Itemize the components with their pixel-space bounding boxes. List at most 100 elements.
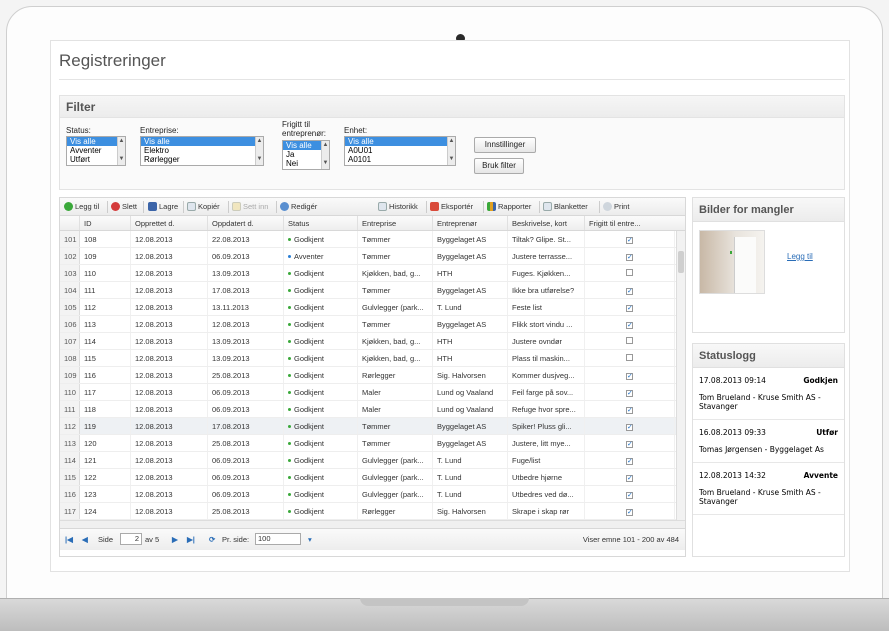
enhet-filter-list[interactable]: Vis alle A0U01 A0101 ▲ ▼ [344, 136, 456, 166]
table-row[interactable]: 110 117 12.08.2013 06.09.2013 Godkjent Maler L… [60, 384, 685, 401]
page-input[interactable]: 2 [120, 533, 142, 545]
column-header[interactable]: Opprettet d. [131, 216, 208, 230]
released-cell[interactable]: ✓ [585, 384, 675, 400]
enhet-option[interactable]: Vis alle [345, 137, 455, 146]
per-page-select[interactable]: 100 [255, 533, 301, 545]
prev-page-icon[interactable]: ◀ [82, 535, 88, 544]
reports-button[interactable]: Rapporter [487, 202, 531, 211]
list-scrollbar[interactable]: ▲ ▼ [255, 137, 263, 165]
vertical-scrollbar[interactable] [676, 231, 685, 520]
released-checkbox[interactable]: ✓ [626, 373, 633, 380]
copy-button[interactable]: Kopiér [187, 202, 220, 211]
add-image-link[interactable]: Legg til [787, 252, 813, 261]
chevron-down-icon[interactable]: ▾ [308, 535, 312, 544]
column-header[interactable]: ID [80, 216, 131, 230]
save-button[interactable]: Lagre [148, 202, 178, 211]
horizontal-scrollbar[interactable] [60, 520, 685, 528]
table-row[interactable]: 109 116 12.08.2013 25.08.2013 Godkjent Rørleg… [60, 367, 685, 384]
frigitt-filter-list[interactable]: Vis alle Ja Nei ▲ ▼ [282, 140, 330, 170]
history-button[interactable]: Historikk [378, 202, 418, 211]
column-header[interactable]: Oppdatert d. [208, 216, 284, 230]
released-cell[interactable]: ✓ [585, 435, 675, 451]
table-row[interactable]: 117 124 12.08.2013 25.08.2013 Godkjent Rørleg… [60, 503, 685, 520]
released-checkbox[interactable]: ✓ [626, 509, 633, 516]
released-checkbox[interactable]: ✓ [626, 237, 633, 244]
released-checkbox[interactable]: ✓ [626, 424, 633, 431]
entreprise-option[interactable]: Vis alle [141, 137, 263, 146]
defect-image-thumbnail[interactable] [699, 230, 765, 294]
column-header[interactable]: Frigitt til entre... [585, 216, 675, 230]
released-checkbox[interactable]: ✓ [626, 407, 633, 414]
table-row[interactable]: 106 113 12.08.2013 12.08.2013 Godkjent Tømmer… [60, 316, 685, 333]
released-checkbox[interactable]: ✓ [626, 475, 633, 482]
released-checkbox[interactable]: ✓ [626, 390, 633, 397]
table-row[interactable]: 112 119 12.08.2013 17.08.2013 Godkjent Tømmer… [60, 418, 685, 435]
edit-button[interactable]: Redigér [280, 202, 317, 211]
released-cell[interactable]: ✓ [585, 401, 675, 417]
released-cell[interactable] [585, 265, 675, 281]
list-scrollbar[interactable]: ▲ ▼ [117, 137, 125, 165]
released-cell[interactable]: ✓ [585, 469, 675, 485]
table-row[interactable]: 103 110 12.08.2013 13.09.2013 Godkjent Kjøkke… [60, 265, 685, 282]
table-row[interactable]: 114 121 12.08.2013 06.09.2013 Godkjent Gulvle… [60, 452, 685, 469]
forms-button[interactable]: Blanketter [543, 202, 588, 211]
table-row[interactable]: 107 114 12.08.2013 13.09.2013 Godkjent Kjøkke… [60, 333, 685, 350]
next-page-icon[interactable]: ▶ [172, 535, 178, 544]
released-checkbox[interactable]: ✓ [626, 305, 633, 312]
entreprise-filter-list[interactable]: Vis alle Elektro Rørlegger ▲ ▼ [140, 136, 264, 166]
table-row[interactable]: 104 111 12.08.2013 17.08.2013 Godkjent Tømmer… [60, 282, 685, 299]
released-cell[interactable]: ✓ [585, 299, 675, 315]
scrollbar-thumb[interactable] [678, 251, 684, 273]
list-scrollbar[interactable]: ▲ ▼ [321, 141, 329, 169]
table-row[interactable]: 102 109 12.08.2013 06.09.2013 Avventer Tømmer… [60, 248, 685, 265]
apply-filter-button[interactable]: Bruk filter [474, 158, 524, 174]
released-cell[interactable]: ✓ [585, 503, 675, 519]
released-checkbox[interactable]: ✓ [626, 441, 633, 448]
export-button[interactable]: Eksportér [430, 202, 473, 211]
set-in-button[interactable]: Sett inn [232, 202, 268, 211]
released-cell[interactable]: ✓ [585, 248, 675, 264]
range-text: Viser emne 101 - 200 av 484 [582, 535, 679, 544]
refresh-icon[interactable]: ⟳ [209, 535, 215, 544]
table-row[interactable]: 113 120 12.08.2013 25.08.2013 Godkjent Tømmer… [60, 435, 685, 452]
enhet-option[interactable]: A0U01 [345, 146, 455, 155]
print-button[interactable]: Print [603, 202, 629, 211]
last-page-icon[interactable]: ▶| [187, 535, 195, 544]
add-button[interactable]: Legg til [64, 202, 99, 211]
table-row[interactable]: 111 118 12.08.2013 06.09.2013 Godkjent Maler L… [60, 401, 685, 418]
released-cell[interactable]: ✓ [585, 486, 675, 502]
status-filter-list[interactable]: Vis alle Avventer Utført ▲ ▼ [66, 136, 126, 166]
released-checkbox[interactable] [626, 337, 633, 344]
released-checkbox[interactable] [626, 269, 633, 276]
first-page-icon[interactable]: |◀ [65, 535, 73, 544]
released-checkbox[interactable]: ✓ [626, 322, 633, 329]
settings-button[interactable]: Innstillinger [474, 137, 536, 153]
table-row[interactable]: 101 108 12.08.2013 22.08.2013 Godkjent Tømmer… [60, 231, 685, 248]
released-checkbox[interactable]: ✓ [626, 288, 633, 295]
released-cell[interactable]: ✓ [585, 418, 675, 434]
released-cell[interactable]: ✓ [585, 231, 675, 247]
column-header[interactable]: Entreprise [358, 216, 433, 230]
table-row[interactable]: 105 112 12.08.2013 13.11.2013 Godkjent Gulvle… [60, 299, 685, 316]
column-header[interactable]: Entreprenør [433, 216, 508, 230]
released-cell[interactable] [585, 350, 675, 366]
released-cell[interactable]: ✓ [585, 367, 675, 383]
table-row[interactable]: 116 123 12.08.2013 06.09.2013 Godkjent Gulvle… [60, 486, 685, 503]
released-cell[interactable] [585, 333, 675, 349]
released-cell[interactable]: ✓ [585, 316, 675, 332]
list-scrollbar[interactable]: ▲ ▼ [447, 137, 455, 165]
column-header[interactable]: Beskrivelse, kort [508, 216, 585, 230]
enhet-option[interactable]: A0101 [345, 155, 455, 164]
released-checkbox[interactable]: ✓ [626, 492, 633, 499]
entreprise-option[interactable]: Rørlegger [141, 155, 263, 164]
released-checkbox[interactable] [626, 354, 633, 361]
table-row[interactable]: 115 122 12.08.2013 06.09.2013 Godkjent Gulvle… [60, 469, 685, 486]
entreprise-option[interactable]: Elektro [141, 146, 263, 155]
column-header[interactable]: Status [284, 216, 358, 230]
released-cell[interactable]: ✓ [585, 452, 675, 468]
released-cell[interactable]: ✓ [585, 282, 675, 298]
released-checkbox[interactable]: ✓ [626, 254, 633, 261]
delete-button[interactable]: Slett [111, 202, 137, 211]
released-checkbox[interactable]: ✓ [626, 458, 633, 465]
table-row[interactable]: 108 115 12.08.2013 13.09.2013 Godkjent Kjøkke… [60, 350, 685, 367]
